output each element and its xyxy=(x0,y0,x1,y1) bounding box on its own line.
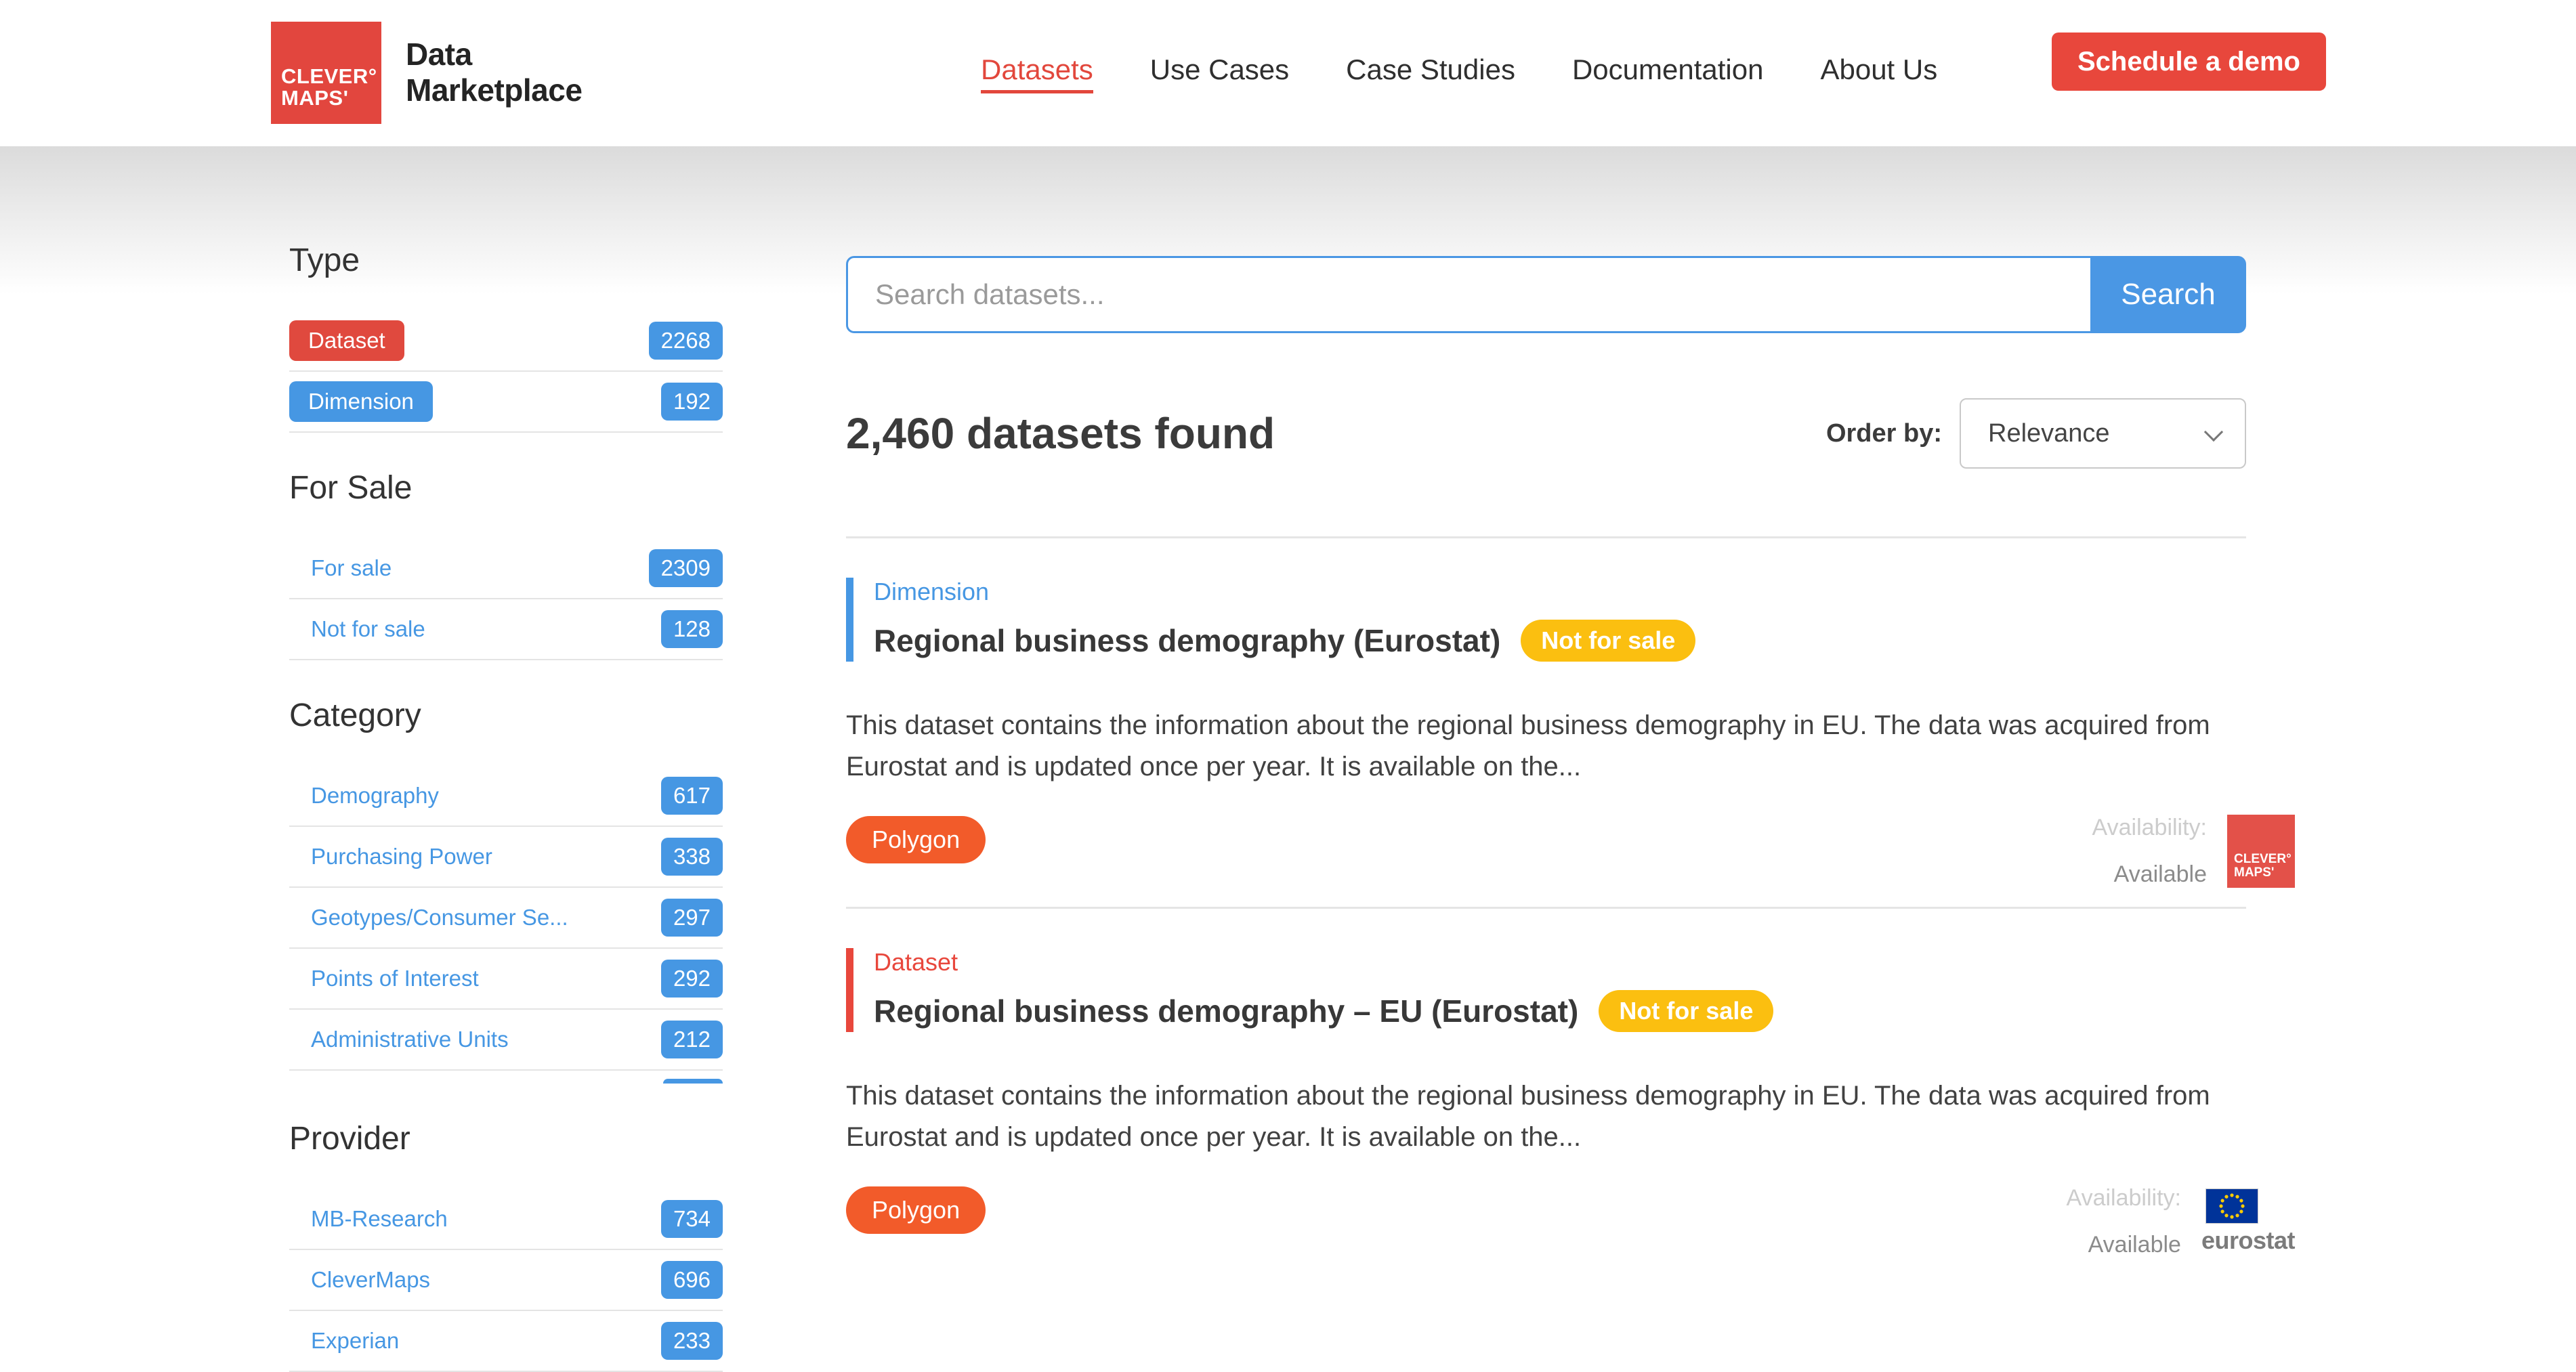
card-footer: Polygon Availability: Available CLEVER° … xyxy=(846,815,2246,888)
filter-section-title-for-sale: For Sale xyxy=(289,469,723,507)
geometry-tag: Polygon xyxy=(846,816,986,863)
filter-row-for-sale[interactable]: For sale 2309 xyxy=(289,538,723,599)
filter-link-not-for-sale[interactable]: Not for sale xyxy=(289,616,425,642)
availability-block: Availability: Available CLEVER° MAPS' xyxy=(2092,815,2295,888)
filter-row-mb-research[interactable]: MB-Research 734 xyxy=(289,1189,723,1250)
results-panel: Search 2,460 datasets found Order by: Re… xyxy=(846,256,2246,1258)
filter-row-administrative-units[interactable]: Administrative Units 212 xyxy=(289,1010,723,1071)
count-badge: 696 xyxy=(661,1261,723,1299)
dataset-card[interactable]: Dimension Regional business demography (… xyxy=(846,538,2246,888)
filter-section-title-type: Type xyxy=(289,242,723,280)
filter-row-points-of-interest[interactable]: Points of Interest 292 xyxy=(289,949,723,1010)
availability-label: Availability: xyxy=(2067,1185,2181,1212)
type-chip-dimension[interactable]: Dimension xyxy=(289,381,433,422)
filter-link-mb-research[interactable]: MB-Research xyxy=(289,1206,448,1232)
count-badge: 617 xyxy=(661,777,723,815)
logo-line2: MAPS' xyxy=(281,87,381,109)
schedule-demo-button[interactable]: Schedule a demo xyxy=(2052,33,2326,91)
availability-label: Availability: xyxy=(2092,815,2207,841)
availability-value: Available xyxy=(2067,1232,2181,1258)
main-nav: Datasets Use Cases Case Studies Document… xyxy=(981,0,1937,146)
card-type-label: Dimension xyxy=(874,578,2246,606)
filter-row-dimension[interactable]: Dimension 192 xyxy=(289,372,723,433)
count-badge: 297 xyxy=(661,899,723,937)
card-title[interactable]: Regional business demography (Eurostat) xyxy=(874,622,1500,659)
order-by-select[interactable]: Relevance xyxy=(1960,398,2246,469)
nav-about-us[interactable]: About Us xyxy=(1820,53,1937,93)
card-type-label: Dataset xyxy=(874,948,2246,977)
filter-section-title-provider: Provider xyxy=(289,1120,723,1158)
header: CLEVER° MAPS' Data Marketplace Datasets … xyxy=(0,0,2576,146)
filter-link-for-sale[interactable]: For sale xyxy=(289,555,392,581)
filter-row-not-for-sale[interactable]: Not for sale 128 xyxy=(289,599,723,660)
eurostat-provider-logo: eurostat xyxy=(2201,1188,2295,1255)
filter-row-geotypes[interactable]: Geotypes/Consumer Se... 297 xyxy=(289,888,723,949)
eurostat-wordmark: eurostat xyxy=(2201,1226,2295,1255)
filter-row-clevermaps[interactable]: CleverMaps 696 xyxy=(289,1250,723,1311)
not-for-sale-badge: Not for sale xyxy=(1521,620,1695,662)
count-badge: 338 xyxy=(661,838,723,876)
filter-sidebar: Type Dataset 2268 Dimension 192 For Sale… xyxy=(289,242,723,1372)
count-badge: 212 xyxy=(661,1021,723,1058)
dataset-card[interactable]: Dataset Regional business demography – E… xyxy=(846,909,2246,1258)
search-bar: Search xyxy=(846,256,2246,333)
order-by-group: Order by: Relevance xyxy=(1826,398,2246,469)
filter-section-title-category: Category xyxy=(289,697,723,735)
filter-row-dataset[interactable]: Dataset 2268 xyxy=(289,311,723,372)
order-by-value: Relevance xyxy=(1988,419,2110,448)
filter-row-experian[interactable]: Experian 233 xyxy=(289,1311,723,1372)
filter-row-purchasing-power[interactable]: Purchasing Power 338 xyxy=(289,827,723,888)
filter-row-demography[interactable]: Demography 617 xyxy=(289,766,723,827)
chevron-down-icon xyxy=(2204,423,2223,442)
site-title[interactable]: Data Marketplace xyxy=(406,37,582,108)
filter-link-geotypes[interactable]: Geotypes/Consumer Se... xyxy=(289,905,568,930)
results-count: 2,460 datasets found xyxy=(846,408,1275,458)
count-badge: 2268 xyxy=(649,322,723,360)
card-head: Dataset Regional business demography – E… xyxy=(846,948,2246,1032)
site-title-line2: Marketplace xyxy=(406,72,582,108)
count-badge: 192 xyxy=(661,383,723,421)
geometry-tag: Polygon xyxy=(846,1186,986,1234)
logo-line1: CLEVER° xyxy=(281,66,381,87)
filter-link-demography[interactable]: Demography xyxy=(289,783,439,809)
results-header: 2,460 datasets found Order by: Relevance xyxy=(846,398,2246,469)
nav-case-studies[interactable]: Case Studies xyxy=(1346,53,1515,93)
card-description: This dataset contains the information ab… xyxy=(846,1075,2246,1158)
card-title[interactable]: Regional business demography – EU (Euros… xyxy=(874,993,1578,1029)
filter-link-purchasing-power[interactable]: Purchasing Power xyxy=(289,844,492,870)
filter-link-points-of-interest[interactable]: Points of Interest xyxy=(289,966,479,991)
card-head: Dimension Regional business demography (… xyxy=(846,578,2246,662)
card-description: This dataset contains the information ab… xyxy=(846,705,2246,788)
partial-count-badge xyxy=(663,1079,723,1084)
not-for-sale-badge: Not for sale xyxy=(1599,990,1773,1032)
eu-flag-icon xyxy=(2205,1188,2258,1224)
clevermaps-provider-logo: CLEVER° MAPS' xyxy=(2227,815,2295,888)
search-button[interactable]: Search xyxy=(2090,256,2246,333)
count-badge: 233 xyxy=(661,1322,723,1360)
count-badge: 2309 xyxy=(649,549,723,587)
provider-logo-line2: MAPS' xyxy=(2234,866,2295,880)
count-badge: 128 xyxy=(661,610,723,648)
type-chip-dataset[interactable]: Dataset xyxy=(289,320,404,361)
count-badge: 734 xyxy=(661,1200,723,1238)
nav-documentation[interactable]: Documentation xyxy=(1572,53,1764,93)
count-badge: 292 xyxy=(661,960,723,998)
availability-value: Available xyxy=(2092,861,2207,888)
search-input[interactable] xyxy=(846,256,2090,333)
filter-link-clevermaps[interactable]: CleverMaps xyxy=(289,1267,430,1293)
availability-block: Availability: Available xyxy=(2067,1185,2295,1258)
nav-datasets[interactable]: Datasets xyxy=(981,53,1093,93)
provider-logo-line1: CLEVER° xyxy=(2234,853,2295,866)
nav-use-cases[interactable]: Use Cases xyxy=(1150,53,1289,93)
card-footer: Polygon Availability: Available xyxy=(846,1185,2246,1258)
filter-link-experian[interactable]: Experian xyxy=(289,1328,399,1354)
clevermaps-logo[interactable]: CLEVER° MAPS' xyxy=(271,22,381,124)
order-by-label: Order by: xyxy=(1826,419,1942,448)
site-title-line1: Data xyxy=(406,37,582,72)
filter-link-administrative-units[interactable]: Administrative Units xyxy=(289,1027,509,1052)
